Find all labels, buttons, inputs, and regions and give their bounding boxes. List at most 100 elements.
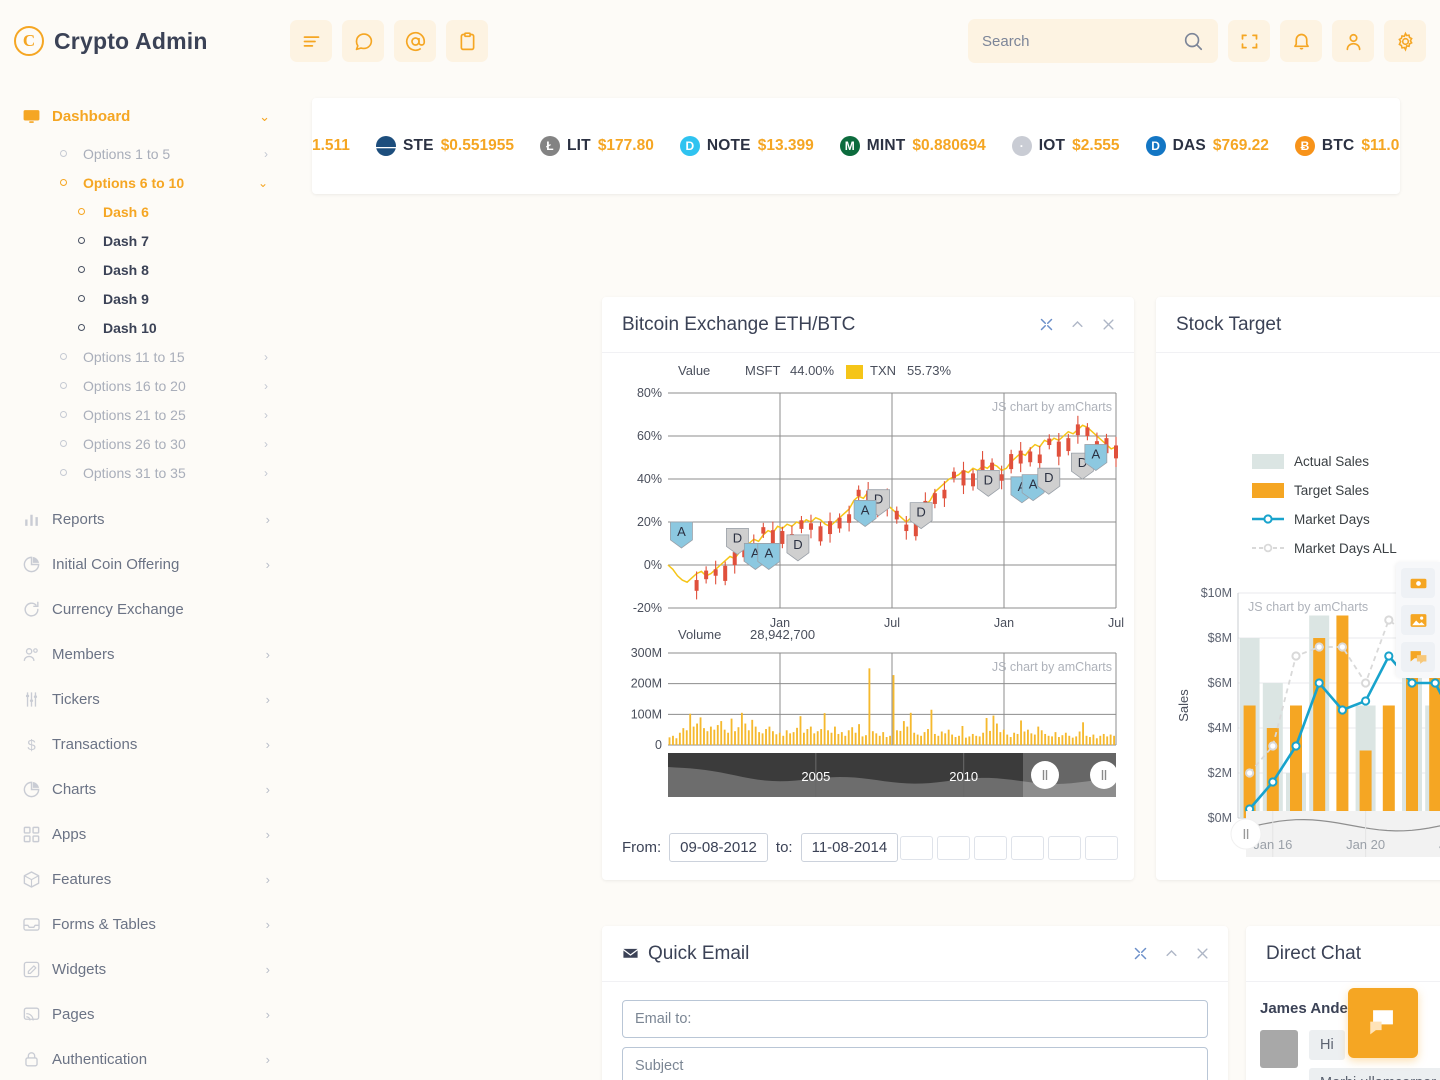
period-button[interactable] (937, 836, 970, 860)
clipboard-icon[interactable] (446, 20, 488, 62)
sidebar-item-initial-coin-offering[interactable]: Initial Coin Offering› (0, 542, 290, 587)
svg-text:JS chart by amCharts: JS chart by amCharts (992, 400, 1112, 414)
svg-text:Volume: Volume (678, 627, 721, 642)
chevron-right-icon: › (264, 466, 268, 480)
pie-chart-icon (22, 780, 52, 799)
ticker-symbol: NOTE (707, 137, 751, 155)
sidebar-item-dash-7[interactable]: Dash 7 (0, 226, 290, 255)
svg-text:A: A (677, 524, 686, 539)
fullscreen-icon[interactable] (1228, 20, 1270, 62)
sidebar-item-dash-10[interactable]: Dash 10 (0, 313, 290, 342)
ticker-item-lit[interactable]: ŁLIT$177.80 (540, 136, 654, 156)
expand-icon[interactable] (1133, 946, 1148, 961)
image-icon[interactable] (1401, 605, 1435, 635)
bitcoin-chart-area[interactable]: ValueMSFT44.00%TXN55.73%80%60%40%20%0%-2… (602, 353, 1134, 818)
period-button[interactable] (1085, 836, 1118, 860)
inbox-icon (22, 915, 52, 934)
range-to-label: to: (776, 839, 793, 856)
sidebar-item-members[interactable]: Members› (0, 632, 290, 677)
sidebar-item-label: Transactions (52, 736, 266, 753)
dnotes-icon: D (680, 136, 700, 156)
sidebar-item-pages[interactable]: Pages› (0, 992, 290, 1037)
svg-text:D: D (733, 530, 742, 545)
close-icon[interactable] (1101, 317, 1116, 332)
chevron-right-icon: › (264, 350, 268, 364)
search-box[interactable] (968, 19, 1218, 63)
ticker-item-das[interactable]: DDAS$769.22 (1146, 136, 1269, 156)
sidebar-item-transactions[interactable]: $Transactions› (0, 722, 290, 767)
collapse-icon[interactable] (1164, 946, 1179, 961)
brand-logo-area[interactable]: C Crypto Admin (0, 26, 290, 56)
bitcoin-candlestick-chart[interactable]: ValueMSFT44.00%TXN55.73%80%60%40%20%0%-2… (602, 353, 1134, 813)
sidebar-item-dash-8[interactable]: Dash 8 (0, 255, 290, 284)
sidebar-item-reports[interactable]: Reports› (0, 497, 290, 542)
sidebar-group-label: Options 21 to 25 (83, 407, 264, 423)
period-button[interactable] (974, 836, 1007, 860)
ticker-item-mint[interactable]: MMINT$0.880694 (840, 136, 986, 156)
menu-lines-icon[interactable] (290, 20, 332, 62)
ticker-item-btc[interactable]: ɃBTC$11.039232 (1295, 136, 1400, 156)
panel-tools (1133, 946, 1210, 961)
email-to-input[interactable] (622, 1000, 1208, 1038)
chat-fab-icon[interactable] (1348, 988, 1418, 1058)
user-icon[interactable] (1332, 20, 1374, 62)
search-icon[interactable] (1182, 30, 1204, 52)
sidebar-group-options-11-15[interactable]: Options 11 to 15 › (0, 342, 290, 371)
chat-bubble-icon[interactable] (342, 20, 384, 62)
email-subject-input[interactable] (622, 1047, 1208, 1080)
svg-text:$6M: $6M (1208, 676, 1232, 690)
sidebar-item-dash-9[interactable]: Dash 9 (0, 284, 290, 313)
sidebar-item-apps[interactable]: Apps› (0, 812, 290, 857)
ticker-item-note[interactable]: DNOTE$13.399 (680, 136, 814, 156)
svg-text:$0M: $0M (1208, 811, 1232, 825)
expand-icon[interactable] (1039, 317, 1054, 332)
sidebar-item-widgets[interactable]: Widgets› (0, 947, 290, 992)
sidebar-item-currency-exchange[interactable]: Currency Exchange (0, 587, 290, 632)
panel-bitcoin-exchange: Bitcoin Exchange ETH/BTC ValueMSFT44.00%… (602, 297, 1134, 880)
period-button[interactable] (900, 836, 933, 860)
svg-text:Jul: Jul (884, 616, 900, 630)
sidebar-item-label: Dash 9 (103, 291, 149, 307)
bullet-icon (78, 208, 85, 215)
search-input[interactable] (982, 33, 1182, 50)
bullet-icon (78, 324, 85, 331)
sidebar-item-features[interactable]: Features› (0, 857, 290, 902)
collapse-icon[interactable] (1070, 317, 1085, 332)
sidebar-group-options-1-5[interactable]: Options 1 to 5 › (0, 139, 290, 168)
sidebar-item-authentication[interactable]: Authentication› (0, 1037, 290, 1080)
sidebar-group-options-16-20[interactable]: Options 16 to 20 › (0, 371, 290, 400)
bullet-icon (78, 237, 85, 244)
crypto-ticker-bar[interactable]: 1.511⸻STE$0.551955ŁLIT$177.80DNOTE$13.39… (312, 98, 1400, 194)
ticker-item-iot[interactable]: ·IOT$2.555 (1012, 136, 1120, 156)
ticker-price: $0.880694 (912, 137, 985, 155)
range-from-input[interactable]: 09-08-2012 (669, 833, 768, 862)
ticker-symbol: MINT (867, 137, 906, 155)
period-button[interactable] (1048, 836, 1081, 860)
sidebar-group-options-26-30[interactable]: Options 26 to 30 › (0, 429, 290, 458)
ticker-symbol: DAS (1173, 137, 1206, 155)
ticker-item-ste[interactable]: ⸻STE$0.551955 (376, 136, 514, 156)
period-button[interactable] (1011, 836, 1044, 860)
svg-text:$: $ (27, 737, 36, 754)
chat-color-icon[interactable] (1401, 642, 1435, 672)
sidebar-group-label: Options 6 to 10 (83, 175, 258, 191)
close-icon[interactable] (1195, 946, 1210, 961)
bell-icon[interactable] (1280, 20, 1322, 62)
sidebar-item-dashboard[interactable]: Dashboard ⌄ (0, 94, 290, 139)
panel-title: Stock Target (1176, 314, 1281, 336)
sidebar-item-forms-tables[interactable]: Forms & Tables› (0, 902, 290, 947)
sidebar-group-options-31-35[interactable]: Options 31 to 35 › (0, 458, 290, 487)
ticker-item[interactable]: 1.511 (312, 137, 350, 155)
sidebar-item-dash-6[interactable]: Dash 6 (0, 197, 290, 226)
card-color-icon[interactable] (1401, 568, 1435, 598)
gear-icon[interactable] (1384, 20, 1426, 62)
sidebar-group-options-6-10[interactable]: Options 6 to 10 ⌄ (0, 168, 290, 197)
svg-text:Value: Value (678, 363, 710, 378)
main-content: 1.511⸻STE$0.551955ŁLIT$177.80DNOTE$13.39… (290, 82, 1440, 1080)
sidebar-item-tickers[interactable]: Tickers› (0, 677, 290, 722)
range-to-input[interactable]: 11-08-2014 (801, 833, 899, 862)
sidebar-item-charts[interactable]: Charts› (0, 767, 290, 812)
sidebar-group-options-21-25[interactable]: Options 21 to 25 › (0, 400, 290, 429)
at-mention-icon[interactable] (394, 20, 436, 62)
svg-text:A: A (861, 502, 870, 517)
